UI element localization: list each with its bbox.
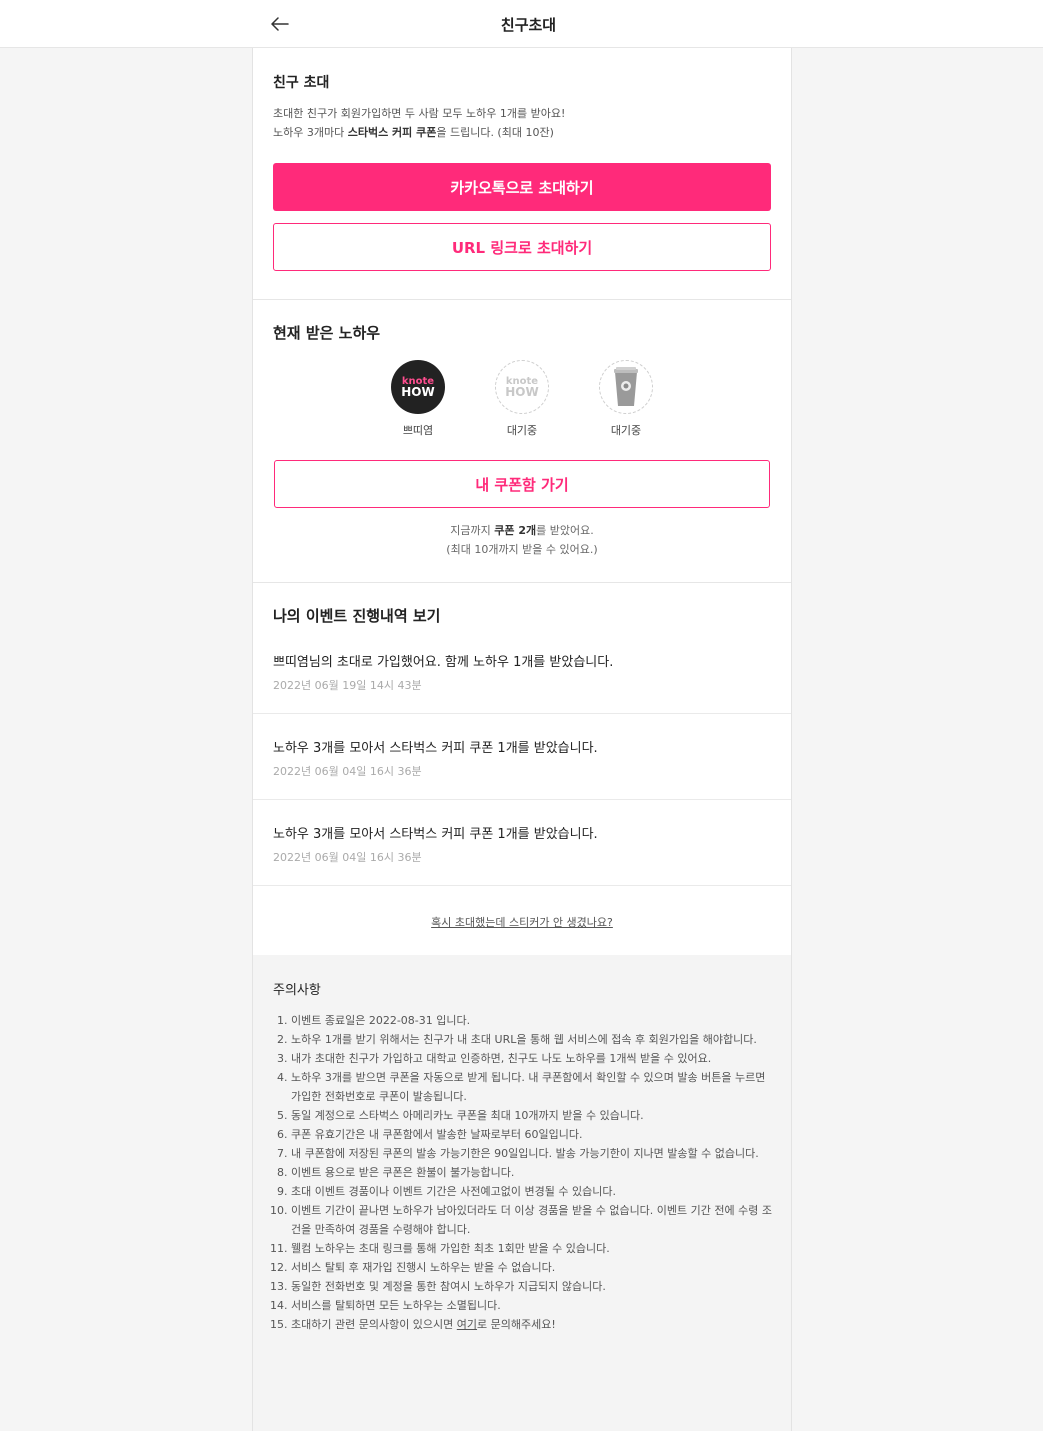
notice-item: 서비스 탈퇴 후 재가입 진행시 노하우는 받을 수 없습니다. xyxy=(291,1258,773,1277)
kakao-invite-button[interactable]: 카카오톡으로 초대하기 xyxy=(273,163,771,211)
notice-title: 주의사항 xyxy=(273,983,321,998)
notice-text: 초대하기 관련 문의사항이 있으시면 xyxy=(291,1318,457,1331)
notice-item: 이벤트 종료일은 2022-08-31 입니다. xyxy=(291,1011,773,1030)
history-item: 쁘띠염님의 초대로 가입했어요. 함께 노하우 1개를 받았습니다. 2022년… xyxy=(253,651,791,714)
notice-text: 로 문의해주세요! xyxy=(477,1318,556,1331)
sticker-caption: 대기중 xyxy=(506,424,538,437)
notice-item-contact: 초대하기 관련 문의사항이 있으시면 여기로 문의해주세요! xyxy=(291,1315,773,1334)
invite-heading: 친구 초대 xyxy=(273,75,330,91)
sticker-help-link[interactable]: 혹시 초대했는데 스티커가 안 생겼나요? xyxy=(253,914,791,930)
note-bold-text: 쿠폰 2개 xyxy=(494,524,537,537)
coupon-note-line2: (최대 10개까지 받을 수 있어요.) xyxy=(446,543,598,556)
sticker-caption: 대기중 xyxy=(610,424,642,437)
note-text: 를 받았어요. xyxy=(536,524,594,537)
note-text: 지금까지 xyxy=(450,524,495,537)
history-message: 노하우 3개를 모아서 스타벅스 커피 쿠폰 1개를 받았습니다. xyxy=(273,741,598,756)
invite-description: 초대한 친구가 회원가입하면 두 사람 모두 노하우 1개를 받아요! 노하우 … xyxy=(273,104,565,142)
history-heading: 나의 이벤트 진행내역 보기 xyxy=(273,607,441,625)
logo-text: HOW xyxy=(401,385,435,399)
logo-text: HOW xyxy=(505,385,539,399)
page-title: 친구초대 xyxy=(500,16,557,34)
notice-item: 내가 초대한 친구가 가입하고 대학교 인증하면, 친구도 나도 노하우를 1개… xyxy=(291,1049,773,1068)
desc-bold-text: 스타벅스 커피 쿠폰 xyxy=(347,126,437,139)
url-invite-button[interactable]: URL 링크로 초대하기 xyxy=(273,223,771,271)
coupon-note-line1: 지금까지 쿠폰 2개를 받았어요. xyxy=(253,521,791,540)
coupon-box-button[interactable]: 내 쿠폰함 가기 xyxy=(274,460,770,508)
notice-section: 주의사항 이벤트 종료일은 2022-08-31 입니다. 노하우 1개를 받기… xyxy=(253,955,791,1431)
history-timestamp: 2022년 06월 04일 16시 36분 xyxy=(273,851,422,864)
notice-item: 동일한 전화번호 및 계정을 통한 참여시 노하우가 지급되지 않습니다. xyxy=(291,1277,773,1296)
current-knowhow-section: 현재 받은 노하우 knote HOW 쁘띠염 knote HOW 대기중 대기… xyxy=(253,299,791,583)
notice-list: 이벤트 종료일은 2022-08-31 입니다. 노하우 1개를 받기 위해서는… xyxy=(273,1011,773,1334)
main-content: 친구 초대 초대한 친구가 회원가입하면 두 사람 모두 노하우 1개를 받아요… xyxy=(252,48,792,1431)
desc-text: 노하우 3개마다 xyxy=(273,126,348,139)
notice-item: 이벤트 기간이 끝나면 노하우가 남아있더라도 더 이상 경품을 받을 수 없습… xyxy=(291,1201,773,1239)
history-timestamp: 2022년 06월 04일 16시 36분 xyxy=(273,765,422,778)
notice-item: 내 쿠폰함에 저장된 쿠폰의 발송 가능기한은 90일입니다. 발송 가능기한이… xyxy=(291,1144,773,1163)
coupon-note: 지금까지 쿠폰 2개를 받았어요. (최대 10개까지 받을 수 있어요.) xyxy=(253,521,791,559)
notice-item: 쿠폰 유효기간은 내 쿠폰함에서 발송한 날짜로부터 60일입니다. xyxy=(291,1125,773,1144)
invite-desc-line1: 초대한 친구가 회원가입하면 두 사람 모두 노하우 1개를 받아요! xyxy=(273,107,566,120)
sticker-caption: 쁘띠염 xyxy=(402,424,434,437)
sticker-slot-2: knote HOW 대기중 xyxy=(492,360,552,438)
history-message: 노하우 3개를 모아서 스타벅스 커피 쿠폰 1개를 받았습니다. xyxy=(273,827,598,842)
sticker-slot-3: 대기중 xyxy=(596,360,656,438)
invite-section: 친구 초대 초대한 친구가 회원가입하면 두 사람 모두 노하우 1개를 받아요… xyxy=(253,48,791,299)
invite-desc-line2: 노하우 3개마다 스타벅스 커피 쿠폰을 드립니다. (최대 10잔) xyxy=(273,123,565,142)
notice-item: 초대 이벤트 경품이나 이벤트 기간은 사전예고없이 변경될 수 있습니다. xyxy=(291,1182,773,1201)
top-bar: 친구초대 xyxy=(0,0,1043,48)
history-timestamp: 2022년 06월 19일 14시 43분 xyxy=(273,679,422,692)
knotehow-placeholder-icon: knote HOW xyxy=(495,360,549,414)
inquiry-link[interactable]: 여기 xyxy=(457,1318,477,1331)
history-item: 노하우 3개를 모아서 스타벅스 커피 쿠폰 1개를 받았습니다. 2022년 … xyxy=(253,714,791,800)
notice-item: 동일 계정으로 스타벅스 아메리카노 쿠폰을 최대 10개까지 받을 수 있습니… xyxy=(291,1106,773,1125)
history-item: 노하우 3개를 모아서 스타벅스 커피 쿠폰 1개를 받았습니다. 2022년 … xyxy=(253,800,791,886)
notice-item: 노하우 1개를 받기 위해서는 친구가 내 초대 URL을 통해 웹 서비스에 … xyxy=(291,1030,773,1049)
history-message: 쁘띠염님의 초대로 가입했어요. 함께 노하우 1개를 받았습니다. xyxy=(273,655,614,670)
coffee-cup-icon xyxy=(599,360,653,414)
notice-item: 서비스를 탈퇴하면 모든 노하우는 소멸됩니다. xyxy=(291,1296,773,1315)
current-heading: 현재 받은 노하우 xyxy=(273,324,381,342)
notice-item: 이벤트 용으로 받은 쿠폰은 환불이 불가능합니다. xyxy=(291,1163,773,1182)
notice-item: 노하우 3개를 받으면 쿠폰을 자동으로 받게 됩니다. 내 쿠폰함에서 확인할… xyxy=(291,1068,773,1106)
notice-item: 웰컴 노하우는 초대 링크를 통해 가입한 최초 1회만 받을 수 있습니다. xyxy=(291,1239,773,1258)
desc-text: 을 드립니다. (최대 10잔) xyxy=(436,126,554,139)
sticker-slot-1: knote HOW 쁘띠염 xyxy=(388,360,448,438)
knotehow-logo-icon: knote HOW xyxy=(391,360,445,414)
